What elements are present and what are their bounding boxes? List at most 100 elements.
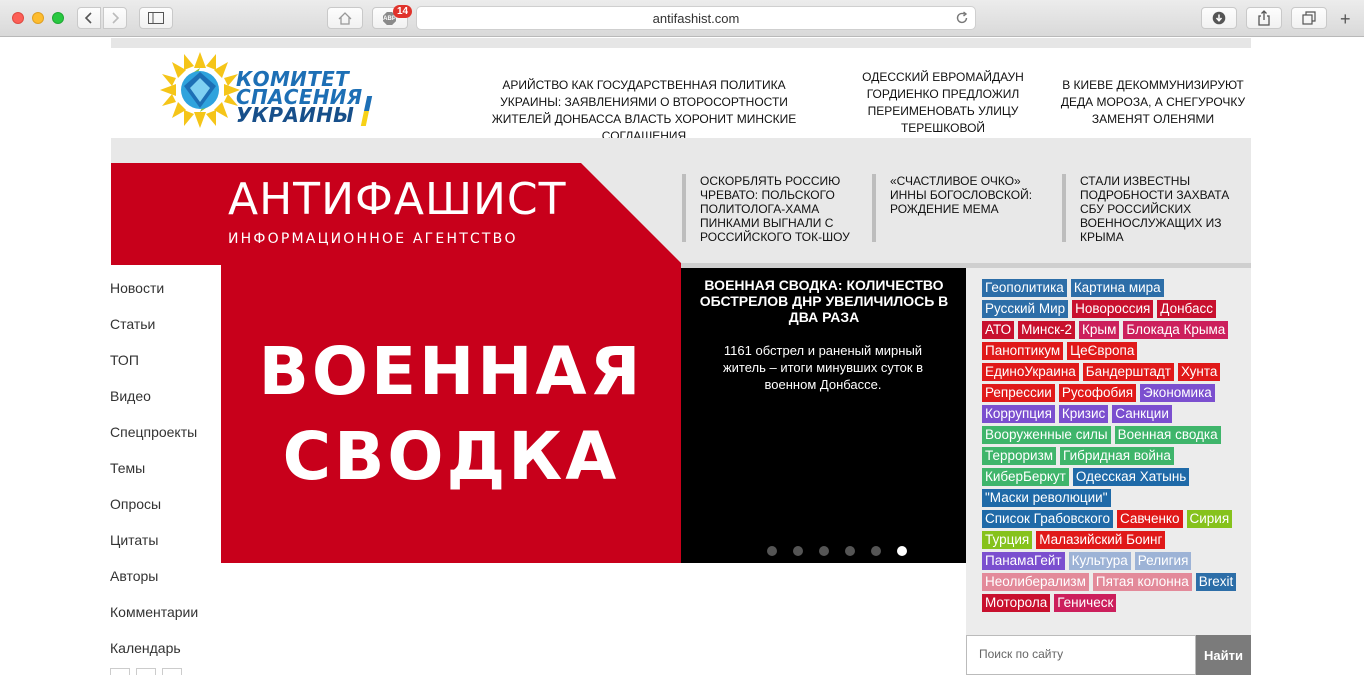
slider-dot[interactable]	[845, 546, 855, 556]
slider-dots	[767, 546, 907, 556]
tag-link[interactable]: Brexit	[1195, 573, 1237, 591]
tag-link[interactable]: Санкции	[1112, 405, 1172, 423]
tag-link[interactable]: Новороссия	[1072, 300, 1154, 318]
tag-link[interactable]: Сирия	[1186, 510, 1233, 528]
tag-link[interactable]: Бандерштадт	[1082, 363, 1174, 381]
slider-dot[interactable]	[897, 546, 907, 556]
back-button[interactable]	[77, 7, 101, 29]
site-logo[interactable]: КОМИТЕТ СПАСЕНИЯ УКРАИНЫ	[158, 50, 383, 130]
tag-link[interactable]: Репрессии	[982, 384, 1055, 402]
search-button[interactable]: Найти	[1196, 635, 1251, 675]
minimize-window-button[interactable]	[32, 12, 44, 24]
downloads-button[interactable]	[1201, 7, 1237, 29]
slider-dot[interactable]	[871, 546, 881, 556]
tag-link[interactable]: Геополитика	[982, 279, 1067, 297]
search-input[interactable]: Поиск по сайту	[966, 635, 1196, 675]
tag-link[interactable]: Религия	[1134, 552, 1192, 570]
tag-link[interactable]: Русофобия	[1058, 384, 1137, 402]
nav-item-top[interactable]: ТОП	[110, 350, 198, 386]
tag-link[interactable]: Савченко	[1116, 510, 1183, 528]
band-news-link[interactable]: Стали известны подробности захвата СБУ р…	[1062, 174, 1248, 244]
fullscreen-window-button[interactable]	[52, 12, 64, 24]
tag-link[interactable]: Пятая колонна	[1092, 573, 1192, 591]
band-news-link[interactable]: «Счастливое очко» Инны Богословской: рож…	[872, 174, 1048, 242]
slider-caption: Военная сводка: количество обстрелов ДНР…	[681, 268, 966, 563]
tag-link[interactable]: Паноптикум	[982, 342, 1064, 360]
tag-link[interactable]: Неолиберализм	[982, 573, 1089, 591]
nav-item-authors[interactable]: Авторы	[110, 566, 198, 602]
tag-link[interactable]: Хунта	[1177, 363, 1221, 381]
nav-box[interactable]	[136, 668, 156, 675]
tag-link[interactable]: ПанамаГейт	[982, 552, 1065, 570]
tag-link[interactable]: Донбасс	[1157, 300, 1216, 318]
tag-link[interactable]: Минск-2	[1018, 321, 1075, 339]
tag-link[interactable]: АТО	[982, 321, 1015, 339]
home-button[interactable]	[327, 7, 363, 29]
nav-box[interactable]	[110, 668, 130, 675]
nav-item-video[interactable]: Видео	[110, 386, 198, 422]
nav-box[interactable]	[162, 668, 182, 675]
slider-image[interactable]: ВОЕННАЯ СВОДКА	[221, 263, 681, 563]
tag-link[interactable]: Вооруженные силы	[982, 426, 1111, 444]
adblock-badge: 14	[393, 5, 413, 18]
tag-link[interactable]: Моторола	[982, 594, 1051, 612]
slider-dot[interactable]	[767, 546, 777, 556]
tag-link[interactable]: ЦеЄвропа	[1067, 342, 1138, 360]
slider-description: 1161 обстрел и раненый мирный житель – и…	[722, 343, 924, 392]
nav-item-topics[interactable]: Темы	[110, 458, 198, 494]
tag-link[interactable]: ЕдиноУкраина	[982, 363, 1079, 381]
browser-toolbar: ABP 14 antifashist.com +	[0, 0, 1364, 37]
slider-dot[interactable]	[819, 546, 829, 556]
slider-dot[interactable]	[793, 546, 803, 556]
tag-link[interactable]: Турция	[982, 531, 1033, 549]
slider-image-text: ВОЕННАЯ	[258, 333, 644, 410]
logo-wordmark: КОМИТЕТ СПАСЕНИЯ УКРАИНЫ	[236, 69, 363, 127]
nav-item-articles[interactable]: Статьи	[110, 314, 198, 350]
tag-link[interactable]: Русский Мир	[982, 300, 1069, 318]
forward-button[interactable]	[103, 7, 127, 29]
nav-item-news[interactable]: Новости	[110, 278, 198, 314]
tag-link[interactable]: Геническ	[1054, 594, 1117, 612]
logo-line-3: УКРАИНЫ	[236, 103, 355, 127]
tag-link[interactable]: Блокада Крыма	[1123, 321, 1229, 339]
new-tab-button[interactable]: +	[1340, 10, 1351, 28]
tag-link[interactable]: Крым	[1079, 321, 1120, 339]
tag-link[interactable]: Одесская Хатынь	[1072, 468, 1190, 486]
tag-link[interactable]: Коррупция	[982, 405, 1055, 423]
sidebar-icon	[148, 12, 164, 24]
band-news-link[interactable]: Оскорблять Россию чревато: польского пол…	[682, 174, 860, 244]
tag-link[interactable]: КиберБеркут	[982, 468, 1069, 486]
web-page: КОМИТЕТ СПАСЕНИЯ УКРАИНЫ АРИЙСТВО КАК ГО…	[0, 38, 1364, 675]
tag-link[interactable]: Культура	[1068, 552, 1131, 570]
nav-item-specprojects[interactable]: Спецпроекты	[110, 422, 198, 458]
close-window-button[interactable]	[12, 12, 24, 24]
header-news-link[interactable]: В КИЕВЕ ДЕКОММУНИЗИРУЮТ ДЕДА МОРОЗА, А С…	[1060, 77, 1246, 128]
sidebar-toggle-button[interactable]	[139, 7, 173, 29]
nav-item-polls[interactable]: Опросы	[110, 494, 198, 530]
share-button[interactable]	[1246, 7, 1282, 29]
tag-link[interactable]: Кризис	[1058, 405, 1109, 423]
address-bar[interactable]: antifashist.com	[416, 6, 976, 30]
slider-title[interactable]: Военная сводка: количество обстрелов ДНР…	[695, 277, 953, 325]
share-icon	[1258, 10, 1270, 26]
header-news-link[interactable]: ОДЕССКИЙ ЕВРОМАЙДАУН ГОРДИЕНКО ПРЕДЛОЖИЛ…	[862, 69, 1024, 137]
tag-cloud: Геополитика Картина мира Русский Мир Новоро…	[982, 279, 1237, 612]
tabs-icon	[1302, 11, 1316, 25]
tag-link[interactable]: Гибридная война	[1060, 447, 1174, 465]
tag-link[interactable]: Экономика	[1140, 384, 1215, 402]
tabs-overview-button[interactable]	[1291, 7, 1327, 29]
tag-link[interactable]: Список Грабовского	[982, 510, 1113, 528]
tag-link[interactable]: "Маски революции"	[982, 489, 1111, 507]
header-news-link[interactable]: АРИЙСТВО КАК ГОСУДАРСТВЕННАЯ ПОЛИТИКА УК…	[474, 77, 814, 145]
main-nav: Новости Статьи ТОП Видео Спецпроекты Тем…	[110, 278, 198, 674]
tag-link[interactable]: Терроризм	[982, 447, 1057, 465]
adblock-button[interactable]: ABP 14	[372, 5, 413, 29]
tag-link[interactable]: Военная сводка	[1114, 426, 1221, 444]
tag-link[interactable]: Картина мира	[1070, 279, 1164, 297]
nav-item-comments[interactable]: Комментарии	[110, 602, 198, 638]
tag-link[interactable]: Малазийский Боинг	[1036, 531, 1166, 549]
flag-stripe	[360, 96, 373, 126]
nav-item-quotes[interactable]: Цитаты	[110, 530, 198, 566]
reload-icon[interactable]	[955, 11, 969, 25]
chevron-right-icon	[112, 12, 120, 24]
